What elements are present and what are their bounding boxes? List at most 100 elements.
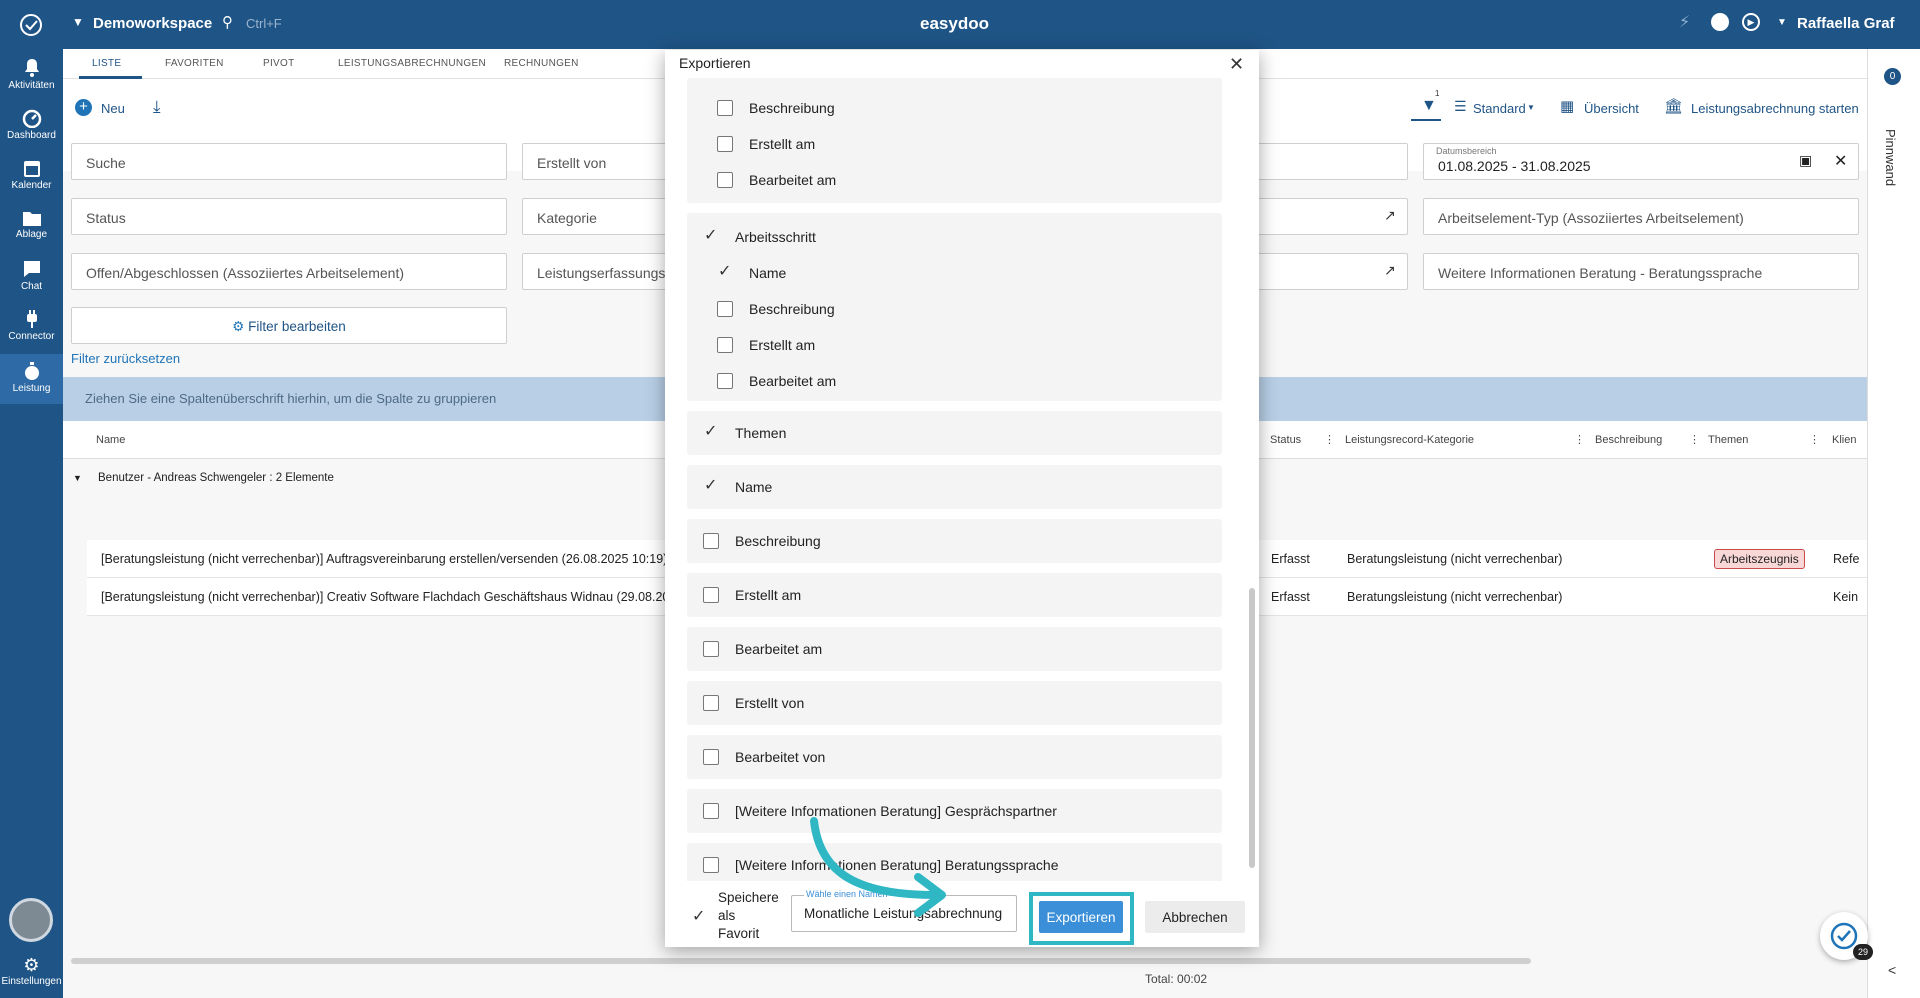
bank-icon[interactable]: 🏛 (1664, 97, 1683, 115)
check-icon[interactable]: ✓ (704, 225, 717, 245)
checkbox[interactable] (717, 301, 733, 317)
type-filter[interactable]: Leistungserfassungsty (522, 253, 672, 290)
checkbox[interactable] (717, 337, 733, 353)
group-row-label: Benutzer - Andreas Schwengeler : 2 Eleme… (98, 472, 334, 484)
checkbox[interactable] (717, 373, 733, 389)
check-icon[interactable]: ✓ (704, 475, 717, 495)
column-menu-icon[interactable]: ⋮ (1574, 433, 1585, 446)
open-closed-filter[interactable]: Offen/Abgeschlossen (Assoziiertes Arbeit… (71, 253, 507, 290)
chevron-left-icon[interactable]: < (1888, 962, 1896, 978)
workspace-name[interactable]: Demoworkspace (93, 15, 212, 32)
stopwatch-icon[interactable] (1711, 13, 1729, 31)
collapse-icon[interactable]: ▼ (73, 473, 82, 483)
edit-filter-button[interactable]: ⚙ Filter bearbeiten (71, 307, 507, 344)
column-menu-icon[interactable]: ⋮ (1809, 433, 1820, 446)
sidebar-item-calendar[interactable]: Kalender (0, 158, 63, 202)
field-card[interactable]: Erstellt von (687, 681, 1222, 725)
column-header-themes[interactable]: Themen (1708, 434, 1748, 446)
avatar[interactable] (9, 898, 53, 942)
sidebar-item-settings[interactable]: ⚙ Einstellungen (0, 955, 63, 995)
column-header-name[interactable]: Name (96, 434, 125, 446)
field-card[interactable]: ✓ Name (687, 465, 1222, 509)
created-by-filter[interactable]: Erstellt von (522, 143, 672, 180)
app-logo-icon[interactable] (19, 13, 43, 37)
field-card[interactable]: ✓ Themen (687, 411, 1222, 455)
user-name[interactable]: Raffaella Graf (1797, 15, 1895, 32)
sidebar-item-connector[interactable]: Connector (0, 309, 63, 353)
external-link-icon[interactable]: ↗ (1384, 207, 1396, 224)
new-button[interactable]: Neu (101, 101, 125, 116)
field-card[interactable]: Beschreibung (687, 519, 1222, 563)
tab-pivot[interactable]: PIVOT (263, 58, 295, 69)
checkbox[interactable] (703, 857, 719, 873)
play-icon[interactable]: ▶ (1742, 13, 1760, 31)
column-menu-icon[interactable]: ⋮ (1324, 433, 1335, 446)
checkbox[interactable] (703, 803, 719, 819)
column-menu-icon[interactable]: ⋮ (1689, 433, 1700, 446)
save-favorite-checkbox[interactable]: ✓ (692, 906, 705, 926)
element-type-filter[interactable]: Arbeitselement-Typ (Assoziiertes Arbeits… (1423, 198, 1859, 235)
billing-start-button[interactable]: Leistungsabrechnung starten (1691, 101, 1859, 116)
help-widget[interactable]: 29 (1820, 912, 1873, 960)
checkbox[interactable] (703, 533, 719, 549)
checkbox[interactable] (703, 641, 719, 657)
dialog-scroll-area[interactable]: Beschreibung Erstellt am Bearbeitet am ✓… (665, 78, 1259, 881)
checkbox[interactable] (717, 100, 733, 116)
hidden-filter-field[interactable]: ↗ (1243, 253, 1408, 290)
sidebar-item-activities[interactable]: Aktivitäten (0, 58, 63, 102)
language-filter[interactable]: Weitere Informationen Beratung - Beratun… (1423, 253, 1859, 290)
tab-rechnungen[interactable]: RECHNUNGEN (504, 58, 579, 69)
hidden-filter-field[interactable]: ↗ (1243, 198, 1408, 235)
sidebar-item-chat[interactable]: Chat (0, 259, 63, 303)
filter-icon[interactable]: ▼ (1421, 97, 1437, 115)
check-icon[interactable]: ✓ (718, 261, 731, 281)
lightning-icon[interactable]: ⚡ (1679, 12, 1690, 32)
tab-favoriten[interactable]: FAVORITEN (165, 58, 224, 69)
column-header-status[interactable]: Status (1270, 434, 1301, 446)
chevron-down-icon[interactable]: ▼ (1777, 17, 1787, 28)
reset-filter-link[interactable]: Filter zurücksetzen (71, 351, 180, 366)
checkbox[interactable] (703, 749, 719, 765)
close-icon[interactable]: ✕ (1229, 54, 1244, 75)
chevron-down-icon[interactable]: ▼ (1527, 103, 1535, 112)
pinnwand-panel[interactable]: 0 Pinnwand < (1867, 49, 1920, 998)
category-filter[interactable]: Kategorie (522, 198, 672, 235)
column-header-client[interactable]: Klien (1832, 434, 1856, 446)
vertical-scrollbar[interactable] (1249, 88, 1255, 878)
checkbox[interactable] (703, 695, 719, 711)
view-selector[interactable]: Standard (1473, 101, 1526, 116)
overview-button[interactable]: Übersicht (1584, 101, 1639, 116)
status-filter[interactable]: Status (71, 198, 507, 235)
sidebar-item-leistung[interactable]: Leistung (0, 354, 63, 404)
field-card[interactable]: Bearbeitet am (687, 627, 1222, 671)
scrollbar-thumb[interactable] (1249, 588, 1255, 868)
sidebar-item-storage[interactable]: Ablage (0, 209, 63, 253)
column-header-category[interactable]: Leistungsrecord-Kategorie (1345, 434, 1474, 446)
search-input[interactable]: Suche (71, 143, 507, 180)
field-card[interactable]: Bearbeitet von (687, 735, 1222, 779)
add-icon[interactable]: + (75, 99, 92, 116)
tab-leistungsabrechnungen[interactable]: LEISTUNGSABRECHNUNGEN (338, 58, 486, 69)
hidden-filter-field[interactable] (1243, 143, 1408, 180)
checkbox[interactable] (717, 172, 733, 188)
calendar-icon[interactable]: ▣ (1799, 152, 1812, 169)
cancel-button[interactable]: Abbrechen (1145, 901, 1245, 933)
date-range-field[interactable]: Datumsbereich 01.08.2025 - 31.08.2025 ▣ … (1423, 143, 1859, 180)
export-button[interactable]: Exportieren (1039, 901, 1123, 933)
dashboard-layout-icon[interactable]: ▦ (1560, 97, 1574, 115)
download-icon[interactable]: ⤓ (153, 97, 161, 117)
search-icon[interactable]: ⚲ (222, 13, 233, 31)
tab-liste[interactable]: LISTE (92, 58, 121, 69)
chevron-down-icon[interactable]: ▼ (72, 15, 84, 29)
list-icon[interactable]: ☰ (1454, 98, 1467, 115)
column-header-description[interactable]: Beschreibung (1595, 434, 1662, 446)
clear-icon[interactable]: ✕ (1834, 151, 1847, 171)
external-link-icon[interactable]: ↗ (1384, 262, 1396, 279)
check-icon[interactable]: ✓ (704, 421, 717, 441)
search-shortcut[interactable]: Ctrl+F (246, 16, 282, 31)
checkbox[interactable] (703, 587, 719, 603)
horizontal-scrollbar[interactable] (71, 958, 1531, 964)
checkbox[interactable] (717, 136, 733, 152)
sidebar-item-dashboard[interactable]: Dashboard (0, 108, 63, 152)
field-card[interactable]: Erstellt am (687, 573, 1222, 617)
